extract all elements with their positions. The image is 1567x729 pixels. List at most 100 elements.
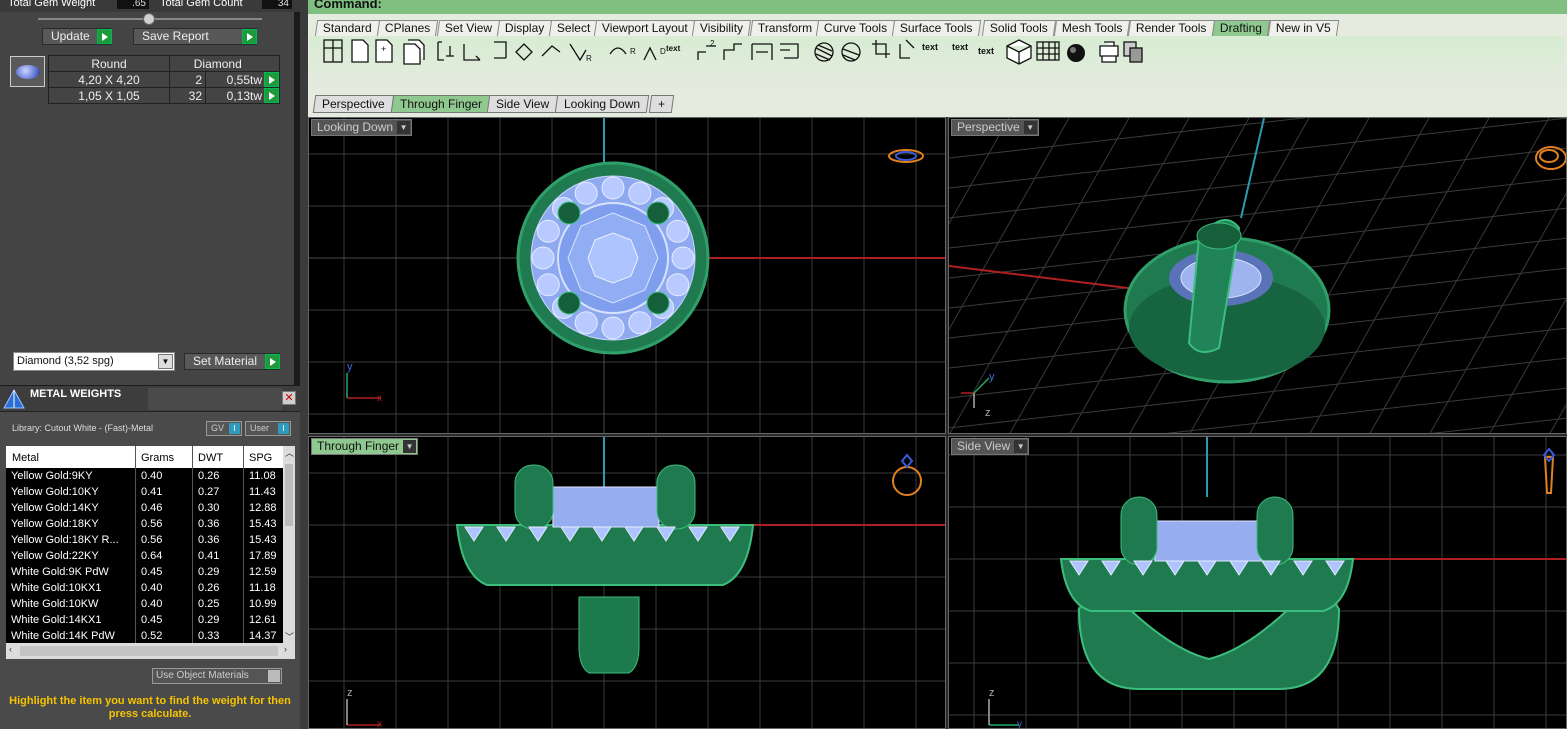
tab-drafting[interactable]: Drafting: [1211, 20, 1271, 36]
viewport-tab-through-finger[interactable]: Through Finger: [390, 95, 492, 113]
viewport-label-side-view[interactable]: Side View ▼: [951, 438, 1030, 455]
print-icon: [1099, 41, 1119, 63]
dimension-icon: [437, 41, 454, 61]
chevron-right-icon[interactable]: ›: [284, 644, 287, 654]
text-icon[interactable]: text: [922, 42, 938, 52]
chevron-down-icon[interactable]: ﹀: [285, 630, 294, 643]
col-dwt[interactable]: DWT: [198, 452, 223, 464]
viewport-tab-side-view[interactable]: Side View: [486, 95, 559, 113]
tab-solid-tools[interactable]: Solid Tools: [981, 20, 1056, 36]
col-spg[interactable]: SPG: [249, 452, 272, 464]
tab-select[interactable]: Select: [548, 20, 599, 36]
metal-table-row[interactable]: Yellow Gold:10KY 0.41 0.27 11.43: [6, 484, 283, 500]
tab-display[interactable]: Display: [496, 20, 553, 36]
tab-mesh-tools[interactable]: Mesh Tools: [1053, 20, 1131, 36]
viewport-perspective[interactable]: y z Perspective ▼: [948, 117, 1567, 434]
chevron-down-icon[interactable]: ▼: [158, 354, 173, 369]
dimension-icon: [780, 43, 799, 59]
use-object-materials-toggle[interactable]: Use Object Materials: [152, 668, 282, 684]
metal-table-row[interactable]: White Gold:10KW 0.40 0.25 10.99: [6, 596, 283, 612]
col-grams[interactable]: Grams: [141, 452, 174, 464]
chevron-down-icon[interactable]: ▼: [397, 121, 411, 134]
vertical-scrollbar[interactable]: ︿ ﹀: [283, 446, 295, 643]
tab-transform[interactable]: Transform: [749, 20, 821, 36]
gem-thumbnail[interactable]: [10, 56, 45, 87]
gem-count: 32: [169, 87, 206, 104]
gem-table-row[interactable]: 1,05 X 1,05 32 0,13tw: [48, 87, 280, 104]
gv-toggle[interactable]: GV I: [206, 421, 242, 436]
viewport-tab-perspective[interactable]: Perspective: [312, 95, 394, 113]
chevron-down-icon[interactable]: ▼: [403, 440, 417, 453]
spg: 15.43: [249, 518, 277, 530]
metal-table-row[interactable]: Yellow Gold:18KY R... 0.56 0.36 15.43: [6, 532, 283, 548]
col-metal[interactable]: Metal: [12, 452, 39, 464]
metal-table-row[interactable]: White Gold:14K PdW 0.52 0.33 14.37: [6, 628, 283, 643]
play-icon[interactable]: [264, 88, 279, 103]
tab-curve-tools[interactable]: Curve Tools: [815, 20, 896, 36]
spg: 17.89: [249, 550, 277, 562]
tab-set-view[interactable]: Set View: [436, 20, 501, 36]
svg-text:2: 2: [710, 39, 715, 48]
viewport-label-through-finger[interactable]: Through Finger ▼: [311, 438, 419, 455]
tab-render-tools[interactable]: Render Tools: [1127, 20, 1215, 36]
play-icon[interactable]: [265, 354, 280, 369]
metal-name: Yellow Gold:22KY: [11, 550, 99, 562]
metal-table-row[interactable]: Yellow Gold:22KY 0.64 0.41 17.89: [6, 548, 283, 564]
viewport-label-looking-down[interactable]: Looking Down ▼: [311, 119, 413, 136]
viewport-side-view[interactable]: z y Side View ▼: [948, 436, 1567, 729]
checkbox-icon[interactable]: [268, 670, 280, 682]
text-icon[interactable]: text: [666, 44, 680, 53]
viewport-through-finger[interactable]: z x Through Finger ▼: [308, 436, 946, 729]
dimension-icon: [494, 41, 507, 59]
gem-table-row[interactable]: 4,20 X 4,20 2 0,55tw: [48, 71, 280, 88]
command-line[interactable]: Command:: [308, 0, 1567, 14]
metal-table-row[interactable]: White Gold:9K PdW 0.45 0.29 12.59: [6, 564, 283, 580]
dwt: 0.33: [198, 630, 220, 642]
material-select[interactable]: Diamond (3,52 spg) ▼: [13, 352, 175, 371]
viewport-label-perspective[interactable]: Perspective ▼: [951, 119, 1039, 136]
tab-viewport-layout[interactable]: Viewport Layout: [593, 20, 696, 36]
panel-divider[interactable]: [300, 0, 308, 729]
play-icon[interactable]: [97, 29, 112, 44]
tab-cplanes[interactable]: CPlanes: [376, 20, 439, 36]
grams: 0.46: [141, 502, 163, 514]
tab-standard[interactable]: Standard: [314, 20, 380, 36]
update-button[interactable]: Update: [42, 28, 112, 45]
close-icon[interactable]: ✕: [282, 391, 296, 405]
spg: 11.08: [249, 470, 276, 482]
viewport-name: Through Finger: [317, 439, 400, 453]
hint-text: Highlight the item you want to find the …: [9, 695, 291, 720]
metal-table-row[interactable]: White Gold:10KX1 0.40 0.26 11.18: [6, 580, 283, 596]
chevron-up-icon[interactable]: ︿: [285, 446, 294, 459]
chevron-left-icon[interactable]: ‹: [9, 644, 12, 654]
tab-surface-tools[interactable]: Surface Tools: [891, 20, 981, 36]
text-icon[interactable]: text: [978, 46, 994, 56]
set-material-button[interactable]: Set Material: [184, 353, 280, 370]
viewport-tab-label: Looking Down: [564, 97, 641, 111]
dwt: 0.30: [198, 502, 220, 514]
play-icon[interactable]: [264, 72, 279, 87]
play-icon[interactable]: [242, 29, 257, 44]
size-slider-knob[interactable]: [143, 13, 155, 25]
dwt: 0.29: [198, 566, 220, 578]
metal-table-row[interactable]: Yellow Gold:9KY 0.40 0.26 11.08: [6, 468, 283, 484]
tab-new-in-v5[interactable]: New in V5: [1267, 20, 1339, 36]
viewport-looking-down[interactable]: y x Looking Down ▼: [308, 117, 946, 434]
viewport-tab-looking-down[interactable]: Looking Down: [554, 95, 650, 113]
scroll-thumb[interactable]: [285, 464, 293, 526]
save-report-button[interactable]: Save Report: [133, 28, 257, 45]
svg-text:R: R: [630, 47, 636, 56]
add-viewport-button[interactable]: +: [648, 95, 675, 113]
horizontal-scrollbar[interactable]: ‹ ›: [6, 643, 295, 659]
chevron-down-icon[interactable]: ▼: [1023, 121, 1037, 134]
tab-visibility[interactable]: Visibility: [691, 20, 752, 36]
metal-table-row[interactable]: Yellow Gold:18KY 0.56 0.36 15.43: [6, 516, 283, 532]
metal-table-row[interactable]: White Gold:14KX1 0.45 0.29 12.61: [6, 612, 283, 628]
text-icon[interactable]: text: [952, 42, 968, 52]
metal-name: Yellow Gold:14KY: [11, 502, 99, 514]
chevron-down-icon[interactable]: ▼: [1014, 440, 1028, 453]
metal-weights-tab[interactable]: [148, 388, 282, 410]
scroll-thumb[interactable]: [20, 646, 278, 656]
metal-table-row[interactable]: Yellow Gold:14KY 0.46 0.30 12.88: [6, 500, 283, 516]
user-toggle[interactable]: User I: [245, 421, 291, 436]
